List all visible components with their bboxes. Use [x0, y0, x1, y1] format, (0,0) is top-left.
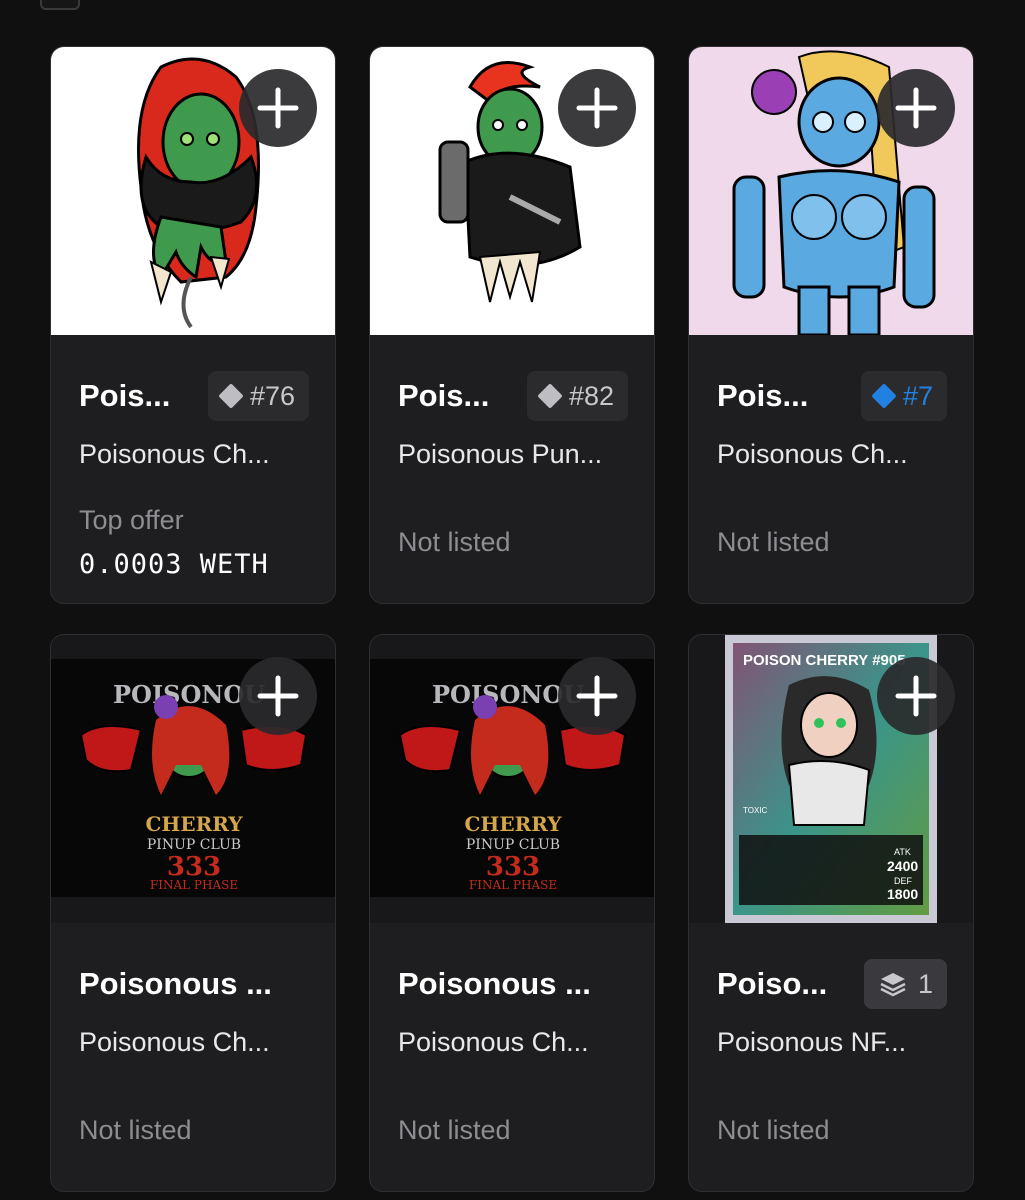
token-id: #76 — [249, 380, 295, 411]
nft-name: Pois... — [717, 378, 809, 413]
listing-status: Not listed — [79, 1115, 192, 1145]
card-atk: 2400 — [887, 858, 918, 874]
card-def-label: DEF — [894, 876, 913, 886]
plus-icon — [895, 87, 937, 129]
card-atk-label: ATK — [894, 847, 911, 857]
nft-name: Poisonous ... — [79, 966, 272, 1001]
add-to-cart-button[interactable] — [558, 69, 636, 147]
token-id: #7 — [902, 380, 933, 411]
collection-name: Poisonous Ch... — [717, 439, 908, 469]
token-id-badge: #82 — [526, 371, 628, 421]
nft-grid: Pois... #76 Poisonous Ch... Top offer 0.… — [50, 46, 975, 1196]
stack-icon — [880, 973, 906, 997]
nft-card[interactable]: Pois... #82 Poisonous Pun... Not listed — [369, 46, 655, 604]
add-to-cart-button[interactable] — [877, 657, 955, 735]
card-def: 1800 — [887, 886, 918, 902]
edition-count-badge: 1 — [863, 959, 947, 1009]
add-to-cart-button[interactable] — [239, 657, 317, 735]
add-to-cart-button[interactable] — [877, 69, 955, 147]
collection-name: Poisonous Ch... — [398, 1027, 589, 1057]
diamond-icon — [537, 383, 563, 409]
edition-count: 1 — [917, 968, 933, 999]
card-info: Poisonous ... Poisonous Ch... Not listed — [370, 923, 654, 1191]
collection-name: Poisonous Ch... — [79, 1027, 270, 1057]
listing-status: Not listed — [398, 1115, 511, 1145]
plus-icon — [576, 675, 618, 717]
plus-icon — [576, 87, 618, 129]
nft-card[interactable]: Pois... #76 Poisonous Ch... Top offer 0.… — [50, 46, 336, 604]
collection-name: Poisonous Ch... — [79, 439, 270, 469]
add-to-cart-button[interactable] — [558, 657, 636, 735]
top-control[interactable] — [40, 0, 80, 10]
plus-icon — [895, 675, 937, 717]
nft-name: Pois... — [79, 378, 171, 413]
offer-label: Top offer — [79, 505, 184, 535]
nft-card[interactable]: POISON CHERRY #905 TOXIC ATK 2400 DEF 18… — [688, 634, 974, 1192]
poster-club: PINUP CLUB — [147, 837, 241, 853]
offer-value: 0.0003 WETH — [79, 549, 269, 580]
card-info: Pois... #7 Poisonous Ch... Not listed — [689, 335, 973, 603]
card-info: Poiso... 1 Poisonous NF... Not listed — [689, 923, 973, 1191]
collection-name: Poisonous Pun... — [398, 439, 603, 469]
listing-status: Not listed — [717, 1115, 830, 1145]
nft-name: Poiso... — [717, 966, 828, 1001]
card-tag: TOXIC — [743, 806, 768, 815]
plus-icon — [257, 87, 299, 129]
plus-icon — [257, 675, 299, 717]
add-to-cart-button[interactable] — [239, 69, 317, 147]
poster-subtitle: CHERRY — [146, 812, 244, 836]
nft-card[interactable]: POISONOU CHERRY PINUP CLUB 333 FINAL PHA… — [50, 634, 336, 1192]
collection-name: Poisonous NF... — [717, 1027, 907, 1057]
card-info: Pois... #76 Poisonous Ch... Top offer 0.… — [51, 335, 335, 603]
card-title: POISON CHERRY #905 — [743, 652, 906, 669]
diamond-icon — [218, 383, 244, 409]
poster-subtitle: CHERRY — [465, 812, 563, 836]
poster-phase: FINAL PHASE — [469, 878, 557, 892]
token-id: #82 — [568, 380, 614, 411]
nft-card[interactable]: Pois... #7 Poisonous Ch... Not listed — [688, 46, 974, 604]
poster-phase: FINAL PHASE — [150, 878, 238, 892]
nft-name: Poisonous ... — [398, 966, 591, 1001]
nft-name: Pois... — [398, 378, 490, 413]
poster-club: PINUP CLUB — [466, 837, 560, 853]
token-id-badge: #76 — [207, 371, 309, 421]
listing-status: Not listed — [717, 527, 830, 557]
card-info: Pois... #82 Poisonous Pun... Not listed — [370, 335, 654, 603]
token-id-badge: #7 — [860, 371, 947, 421]
nft-card[interactable]: POISONOU CHERRY PINUP CLUB 333 FINAL PHA… — [369, 634, 655, 1192]
card-info: Poisonous ... Poisonous Ch... Not listed — [51, 923, 335, 1191]
listing-status: Not listed — [398, 527, 511, 557]
diamond-icon — [871, 383, 897, 409]
